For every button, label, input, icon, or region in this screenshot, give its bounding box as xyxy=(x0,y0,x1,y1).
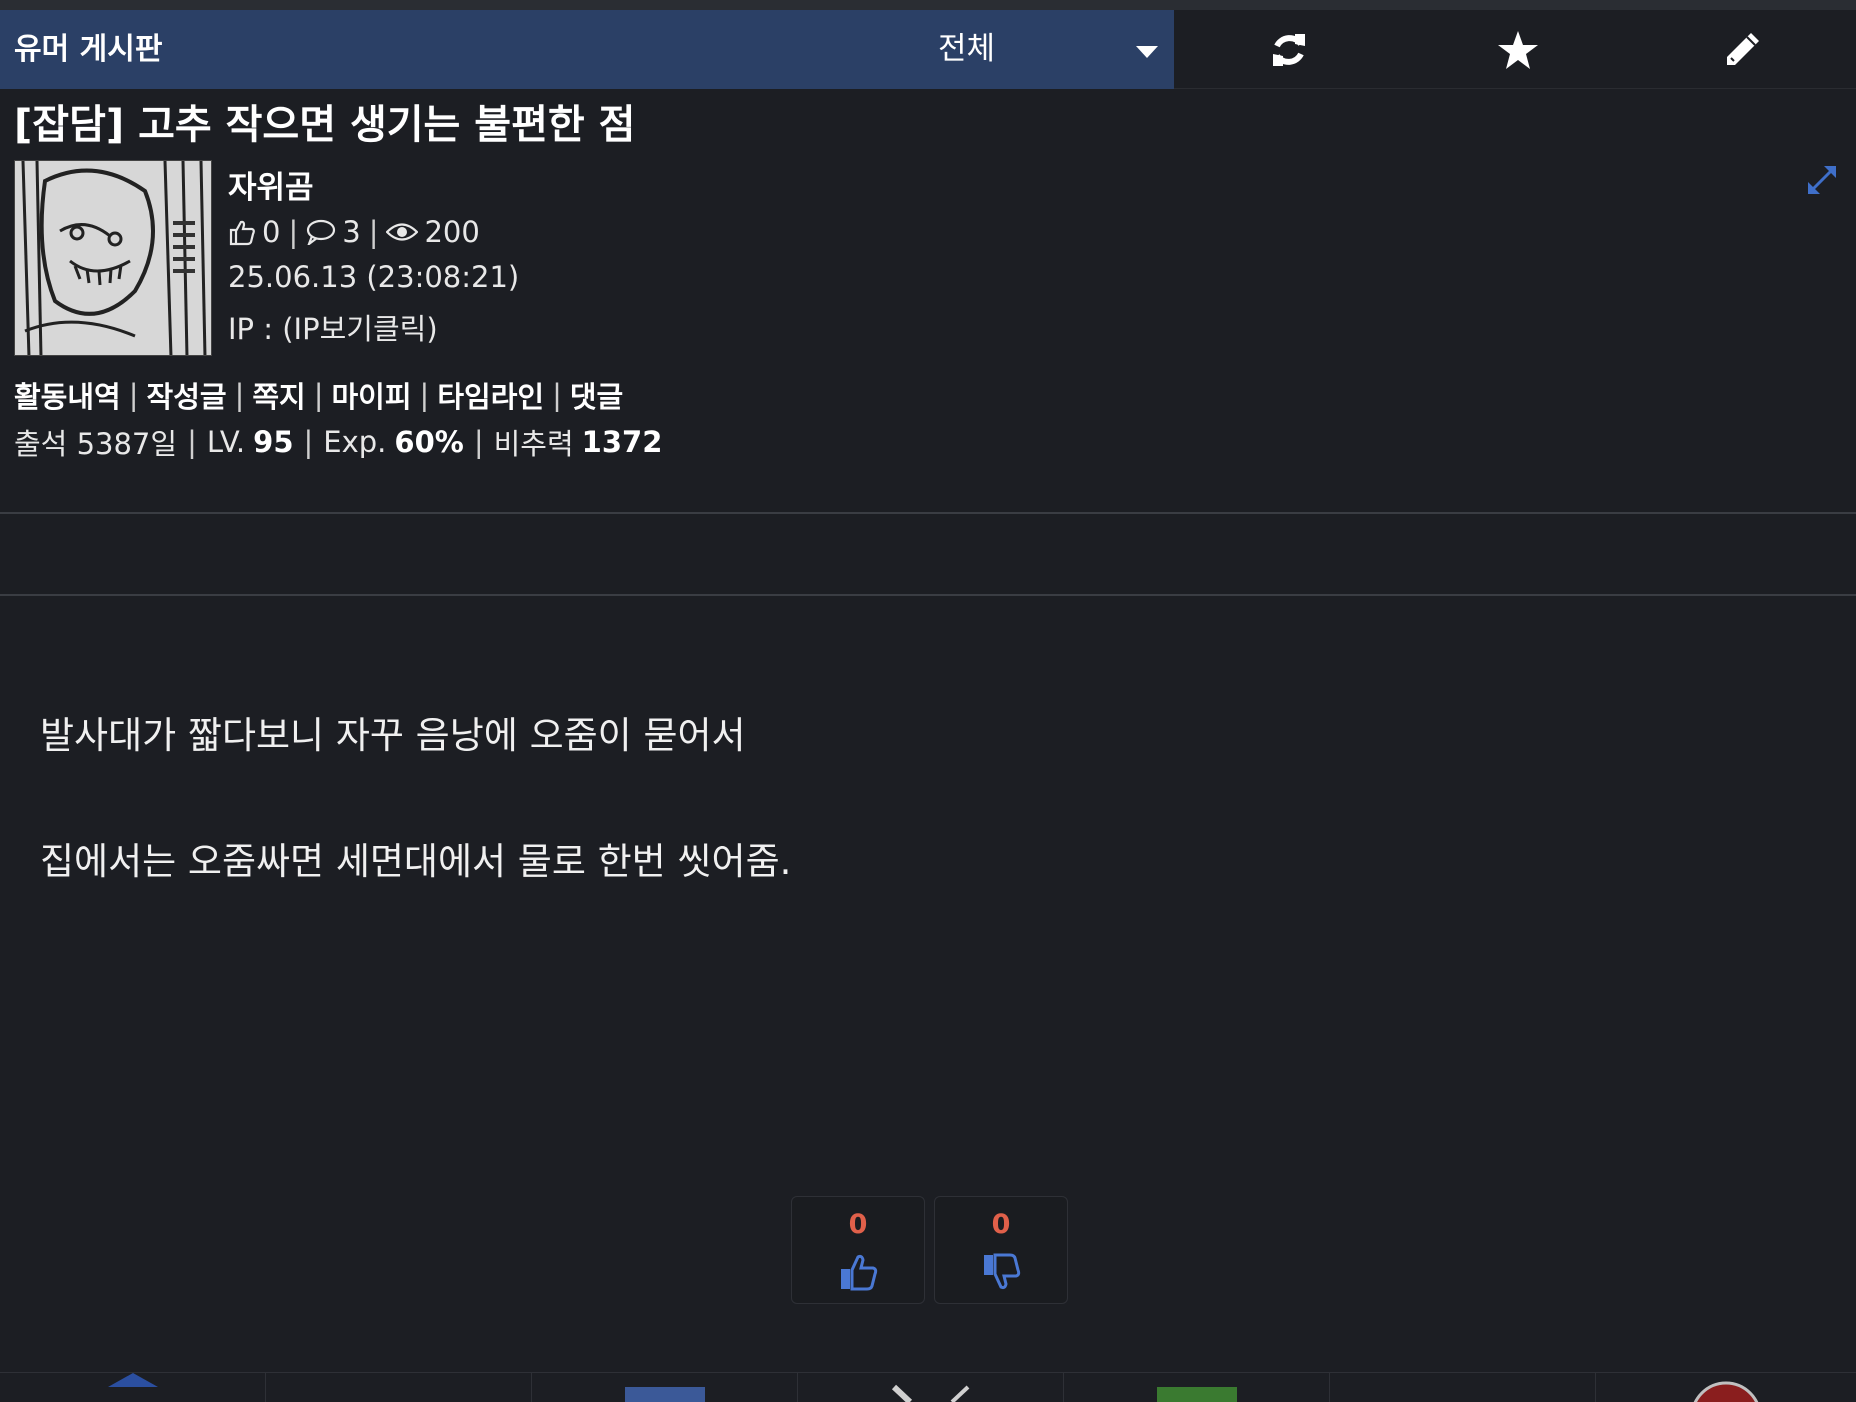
line-icon xyxy=(1157,1387,1237,1402)
post-date: 25.06.13 (23:08:21) xyxy=(228,260,520,294)
member-link-comments[interactable]: 댓글 xyxy=(570,374,623,416)
link-separator: | xyxy=(234,378,245,412)
level-label: LV. xyxy=(206,425,246,459)
stats-separator: | xyxy=(473,425,484,459)
divider xyxy=(0,594,1856,596)
level-value: 95 xyxy=(253,425,294,459)
comment-icon xyxy=(307,219,336,245)
board-bar: 유머 게시판 전체 xyxy=(0,10,1174,89)
post-stats: 0 | 3 | 200 xyxy=(228,212,480,252)
category-label: 전체 xyxy=(938,31,996,67)
share-item[interactable] xyxy=(0,1373,266,1402)
thumbs-down-icon xyxy=(984,1253,1021,1290)
member-stats: 출석 5387일 | LV. 95 | Exp. 60% | 비추력 1372 xyxy=(14,422,662,462)
thumbs-up-icon xyxy=(841,1254,878,1291)
stats-separator: | xyxy=(368,215,379,249)
divider xyxy=(0,512,1856,514)
star-icon xyxy=(1497,30,1538,69)
share-item[interactable] xyxy=(1064,1373,1330,1402)
eye-icon xyxy=(386,223,419,241)
comments-count: 3 xyxy=(342,215,361,249)
home-icon xyxy=(108,1373,158,1387)
member-link-mypi[interactable]: 마이피 xyxy=(332,374,412,416)
power-label: 비추력 xyxy=(493,427,574,461)
share-item[interactable] xyxy=(532,1373,798,1402)
power-value: 1372 xyxy=(581,425,663,459)
stats-separator: | xyxy=(288,215,299,249)
post-ip[interactable]: IP : (IP보기클릭) xyxy=(228,306,438,348)
post-body: 발사대가 짧다보니 자꾸 음낭에 오줌이 묻어서 집에서는 오줌싸면 세면대에서… xyxy=(40,712,1820,883)
avatar-image xyxy=(15,161,211,355)
report-icon xyxy=(1693,1381,1759,1402)
favorite-button[interactable] xyxy=(1403,10,1632,89)
refresh-button[interactable] xyxy=(1174,10,1403,89)
member-links: 활동내역 | 작성글 | 쪽지 | 마이피 | 타임라인 | 댓글 xyxy=(14,374,623,416)
author-name[interactable]: 자위곰 xyxy=(228,162,314,207)
views-count: 200 xyxy=(424,215,480,249)
downvote-count: 0 xyxy=(991,1209,1011,1240)
member-link-posts[interactable]: 작성글 xyxy=(147,374,227,416)
likes-count: 0 xyxy=(262,215,281,249)
link-separator: | xyxy=(552,378,562,412)
write-button[interactable] xyxy=(1627,10,1856,89)
category-select[interactable]: 전체 xyxy=(900,10,1174,89)
link-separator: | xyxy=(128,378,139,412)
exp-value: 60% xyxy=(394,425,464,459)
board-title[interactable]: 유머 게시판 xyxy=(14,10,162,89)
expand-icon[interactable] xyxy=(1806,164,1838,196)
stats-separator: | xyxy=(303,425,314,459)
link-separator: | xyxy=(419,378,430,412)
facebook-icon xyxy=(625,1387,705,1402)
attendance: 출석 5387일 xyxy=(14,427,178,461)
thumbs-up-icon xyxy=(229,220,255,246)
caret-down-icon xyxy=(1136,46,1158,58)
exp-label: Exp. xyxy=(323,425,387,459)
board-header: 유머 게시판 전체 xyxy=(0,10,1856,89)
member-link-message[interactable]: 쪽지 xyxy=(252,374,305,416)
upvote-button[interactable]: 0 xyxy=(791,1196,925,1304)
member-link-timeline[interactable]: 타임라인 xyxy=(437,374,544,416)
share-item[interactable] xyxy=(1330,1373,1596,1402)
top-strip xyxy=(0,0,1856,10)
pencil-icon xyxy=(1726,32,1759,65)
x-icon xyxy=(891,1384,970,1402)
share-item[interactable] xyxy=(266,1373,532,1402)
member-link-activity[interactable]: 활동내역 xyxy=(14,374,121,416)
author-avatar[interactable] xyxy=(14,160,212,356)
downvote-button[interactable]: 0 xyxy=(934,1196,1068,1304)
refresh-icon xyxy=(1272,33,1305,66)
stats-separator: | xyxy=(187,425,197,459)
body-paragraph: 발사대가 짧다보니 자꾸 음낭에 오줌이 묻어서 xyxy=(40,714,746,757)
upvote-count: 0 xyxy=(848,1209,868,1240)
share-item[interactable] xyxy=(798,1373,1064,1402)
post-title: [잡담] 고추 작으면 생기는 불편한 점 xyxy=(14,102,636,148)
body-paragraph: 집에서는 오줌싸면 세면대에서 물로 한번 씻어줌. xyxy=(40,840,792,883)
link-separator: | xyxy=(313,378,324,412)
share-bar xyxy=(0,1372,1856,1402)
share-item[interactable] xyxy=(1596,1373,1856,1402)
